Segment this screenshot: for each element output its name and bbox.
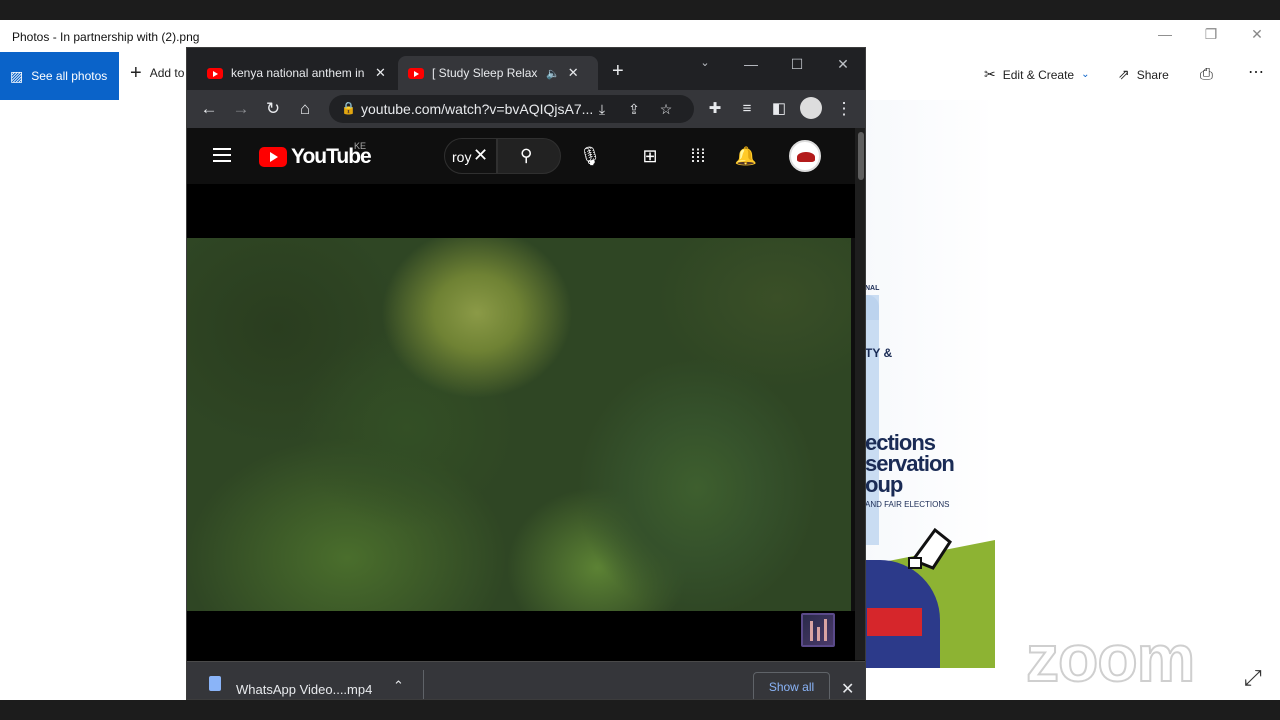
youtube-favicon-icon — [207, 67, 223, 79]
edit-create-button[interactable]: ✂ Edit & Create ⌄ — [984, 66, 1090, 83]
photos-window-title: Photos - In partnership with (2).png — [12, 30, 200, 44]
install-icon[interactable]: ⤓ — [591, 99, 613, 119]
tab-study-sleep-relax[interactable]: [ Study Sleep Relax 🔈 ✕ — [398, 56, 598, 90]
create-video-icon[interactable]: ⊞ — [637, 146, 663, 166]
voice-search-mic-icon[interactable]: 🎙 — [577, 146, 603, 166]
clear-search-icon[interactable]: ✕ — [473, 145, 488, 166]
edit-create-label: Edit & Create — [1002, 67, 1075, 82]
apps-grid-icon[interactable]: ⁞⁞⁞ — [685, 146, 711, 166]
minimize-icon[interactable]: — — [1150, 26, 1180, 42]
more-options-icon[interactable]: ⋯ — [1248, 62, 1264, 82]
search-input[interactable]: roy ✕ — [444, 138, 497, 174]
youtube-header: YouTube KE roy ✕ ⚲ 🎙 ⊞ ⁞⁞⁞ 🔔 — [187, 128, 855, 184]
profile-avatar[interactable] — [800, 97, 822, 119]
show-all-button[interactable]: Show all — [753, 672, 830, 699]
top-letterbox — [0, 0, 1280, 20]
forward-arrow-icon[interactable]: → — [230, 99, 252, 119]
tab-title: [ Study Sleep Relax — [432, 66, 538, 80]
hamburger-menu-icon[interactable] — [213, 148, 231, 162]
expand-icon[interactable]: ⤢ — [1244, 665, 1262, 691]
share-label: Share — [1136, 67, 1169, 82]
close-tab-icon[interactable]: ✕ — [375, 65, 386, 81]
account-avatar[interactable] — [789, 140, 821, 172]
chrome-menu-icon[interactable]: ⋮ — [833, 99, 855, 119]
side-panel-icon[interactable]: ◧ — [768, 99, 790, 119]
country-code: KE — [354, 141, 367, 151]
home-icon[interactable]: ⌂ — [294, 99, 316, 119]
voting-hand-icon — [908, 527, 953, 570]
poster-text-2: TY & — [865, 346, 893, 360]
plus-icon: + — [130, 62, 142, 84]
print-icon[interactable]: ⎙ — [1200, 66, 1213, 84]
minimize-icon[interactable]: — — [736, 56, 766, 72]
tab-search-chevron-icon[interactable]: ⌄ — [690, 56, 720, 69]
url-text: youtube.com/watch?v=bvAQIQjsA7... — [361, 101, 594, 117]
poster-text-6: AND FAIR ELECTIONS — [865, 500, 950, 509]
search-input-value: roy — [452, 149, 472, 165]
lock-icon[interactable]: 🔒 — [341, 101, 356, 115]
close-tab-icon[interactable]: ✕ — [568, 65, 579, 81]
download-shelf: WhatsApp Video....mp4 ⌃ Show all ✕ — [187, 661, 865, 699]
see-all-photos-label: See all photos — [31, 69, 108, 83]
player-letterbox-top — [187, 184, 855, 238]
back-arrow-icon[interactable]: ← — [198, 99, 220, 119]
player-letterbox-bottom — [187, 611, 855, 661]
channel-watermark-icon[interactable] — [801, 613, 835, 647]
download-file-name[interactable]: WhatsApp Video....mp4 — [236, 682, 372, 697]
chevron-down-icon: ⌄ — [1081, 69, 1090, 80]
tab-kenya-anthem[interactable]: kenya national anthem in ✕ — [197, 56, 397, 90]
notifications-bell-icon[interactable]: 🔔 — [733, 146, 759, 166]
reload-icon[interactable]: ↻ — [262, 99, 284, 119]
youtube-favicon-icon — [408, 67, 424, 79]
edit-create-icon: ✂ — [984, 66, 996, 82]
tab-strip: kenya national anthem in ✕ [ Study Sleep… — [187, 48, 865, 90]
see-all-photos-button[interactable]: ▨ See all photos — [0, 52, 119, 100]
zoom-watermark: zoom — [1025, 620, 1196, 696]
scrollbar-thumb[interactable] — [858, 132, 864, 180]
new-tab-plus-icon[interactable]: + — [612, 61, 624, 81]
share-page-icon[interactable]: ⇪ — [623, 99, 645, 119]
search-button[interactable]: ⚲ — [497, 138, 561, 174]
share-icon: ⇗ — [1118, 66, 1130, 82]
chrome-window: kenya national anthem in ✕ [ Study Sleep… — [186, 47, 866, 700]
youtube-play-icon — [259, 147, 287, 167]
close-icon[interactable]: ✕ — [828, 56, 858, 73]
page-scrollbar[interactable] — [855, 128, 865, 660]
maximize-icon[interactable]: ☐ — [782, 56, 812, 73]
address-bar[interactable]: 🔒 youtube.com/watch?v=bvAQIQjsA7... ⤓ ⇪ … — [329, 95, 694, 123]
video-player-frame[interactable] — [187, 238, 851, 611]
bookmark-star-icon[interactable]: ☆ — [655, 99, 677, 119]
search-icon: ⚲ — [520, 146, 533, 165]
media-control-icon[interactable]: ≡ — [736, 99, 758, 119]
close-download-shelf-icon[interactable]: ✕ — [841, 679, 854, 699]
extensions-puzzle-icon[interactable]: ✚ — [704, 99, 726, 119]
tab-title: kenya national anthem in — [231, 66, 365, 80]
file-icon — [209, 676, 221, 691]
poster-text-1: NAL — [865, 285, 880, 292]
share-button[interactable]: ⇗ Share — [1118, 66, 1169, 83]
poster-text-5: oup — [865, 472, 903, 497]
close-icon[interactable]: ✕ — [1242, 26, 1272, 43]
divider — [423, 670, 424, 699]
chevron-up-icon[interactable]: ⌃ — [393, 678, 404, 694]
bottom-letterbox — [0, 700, 1280, 720]
screen: Photos - In partnership with (2).png — ❐… — [0, 0, 1280, 720]
speaker-icon[interactable]: 🔈 — [546, 67, 560, 80]
photo-image: NAL TY & ections servation oup AND FAIR … — [865, 100, 995, 668]
add-to-label: Add to — [149, 66, 185, 80]
browser-toolbar: ← → ↻ ⌂ 🔒 youtube.com/watch?v=bvAQIQjsA7… — [187, 90, 865, 128]
ballot-box-shape — [867, 608, 922, 636]
photos-icon: ▨ — [10, 67, 24, 84]
add-to-button[interactable]: + Add to — [130, 62, 185, 84]
restore-icon[interactable]: ❐ — [1196, 26, 1226, 43]
